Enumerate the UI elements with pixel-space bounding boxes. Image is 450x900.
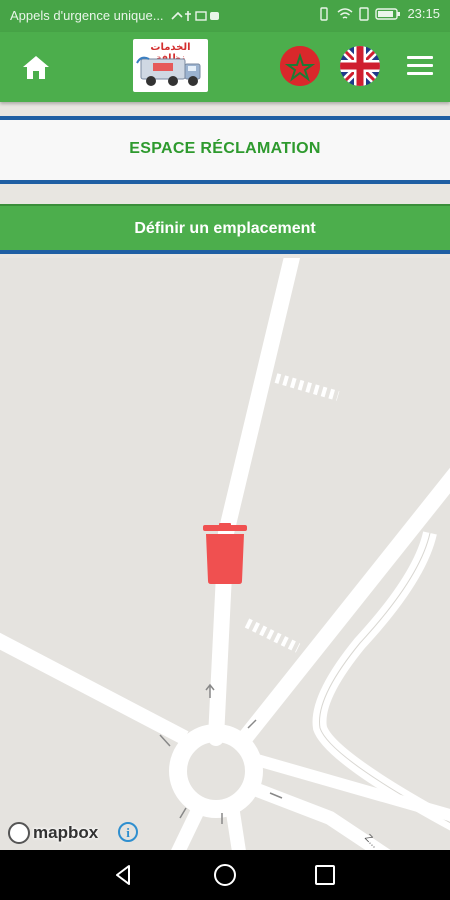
vibrate-icon <box>320 6 329 21</box>
wifi-icon <box>337 7 353 19</box>
section-header: ESPACE RÉCLAMATION <box>0 116 450 184</box>
app-logo: الخدمات نظافة <box>133 39 208 92</box>
system-navigation-bar <box>0 850 450 900</box>
mapbox-attribution[interactable]: mapbox <box>8 822 98 844</box>
define-location-button[interactable]: Définir un emplacement <box>0 204 450 254</box>
status-right: 23:15 <box>317 6 440 21</box>
info-icon[interactable]: i <box>118 822 138 842</box>
hamburger-menu-icon[interactable] <box>407 56 433 78</box>
menu-line <box>407 56 433 59</box>
morocco-flag-icon[interactable] <box>280 46 320 86</box>
status-left: Appels d'urgence unique... <box>10 8 220 23</box>
recent-apps-icon[interactable] <box>315 865 335 885</box>
trash-bin-icon[interactable] <box>203 523 247 585</box>
status-bar: Appels d'urgence unique... 23:15 <box>0 0 450 32</box>
notification-text: Appels d'urgence unique... <box>10 8 164 23</box>
section-title: ESPACE RÉCLAMATION <box>129 140 321 157</box>
home-icon[interactable] <box>20 52 52 82</box>
uk-flag-icon[interactable] <box>340 46 380 86</box>
mapbox-label: mapbox <box>33 823 99 842</box>
battery-icon <box>375 7 401 20</box>
app-header: الخدمات نظافة <box>0 32 450 102</box>
menu-line <box>407 72 433 75</box>
mapbox-logo-icon <box>8 822 30 844</box>
notification-icon <box>170 10 219 21</box>
garbage-truck-icon <box>136 56 201 86</box>
divider <box>0 180 450 184</box>
home-nav-icon[interactable] <box>214 864 236 886</box>
menu-line <box>407 64 433 67</box>
clock: 23:15 <box>407 6 440 21</box>
divider <box>0 116 450 120</box>
sim-icon <box>359 6 370 21</box>
back-icon[interactable] <box>113 864 135 886</box>
